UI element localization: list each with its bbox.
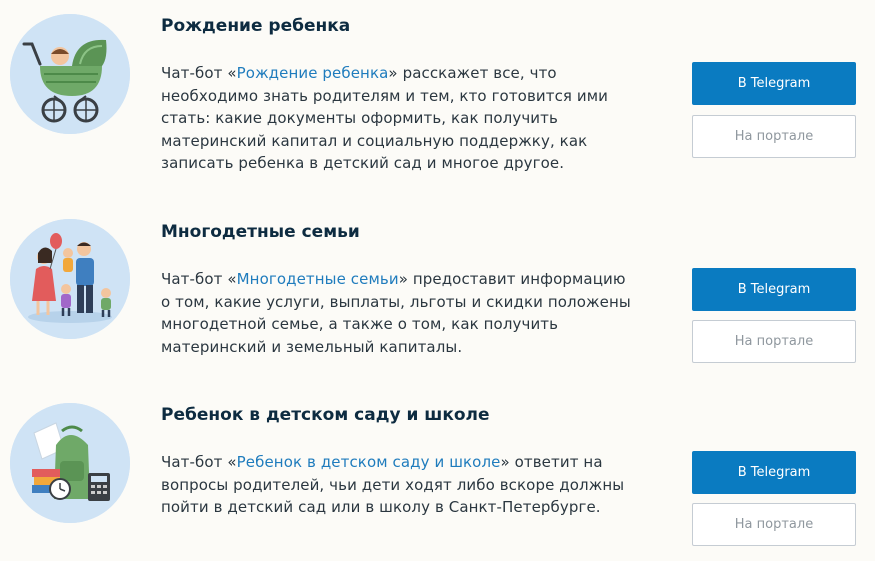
card-description: Чат-бот «Многодетные семьи» предоставит … xyxy=(161,268,631,358)
family-icon xyxy=(10,219,130,339)
card-title: Ребенок в детском саду и школе xyxy=(161,405,490,425)
description-prefix: Чат-бот « xyxy=(161,270,237,288)
telegram-button[interactable]: В Telegram xyxy=(692,268,856,311)
card-title: Многодетные семьи xyxy=(161,222,360,242)
card-description: Чат-бот «Ребенок в детском саду и школе»… xyxy=(161,451,631,519)
telegram-button[interactable]: В Telegram xyxy=(692,62,856,105)
card-description: Чат-бот «Рождение ребенка» расскажет все… xyxy=(161,62,631,175)
school-backpack-icon xyxy=(10,403,130,523)
description-prefix: Чат-бот « xyxy=(161,453,237,471)
baby-stroller-icon xyxy=(10,14,130,134)
portal-button[interactable]: На портале xyxy=(692,320,856,363)
portal-button[interactable]: На портале xyxy=(692,503,856,546)
card-title: Рождение ребенка xyxy=(161,16,351,36)
portal-button[interactable]: На портале xyxy=(692,115,856,158)
chatbot-link[interactable]: Многодетные семьи xyxy=(237,270,399,288)
telegram-button[interactable]: В Telegram xyxy=(692,451,856,494)
description-prefix: Чат-бот « xyxy=(161,64,237,82)
chatbot-link[interactable]: Ребенок в детском саду и школе xyxy=(237,453,501,471)
chatbot-link[interactable]: Рождение ребенка xyxy=(237,64,389,82)
